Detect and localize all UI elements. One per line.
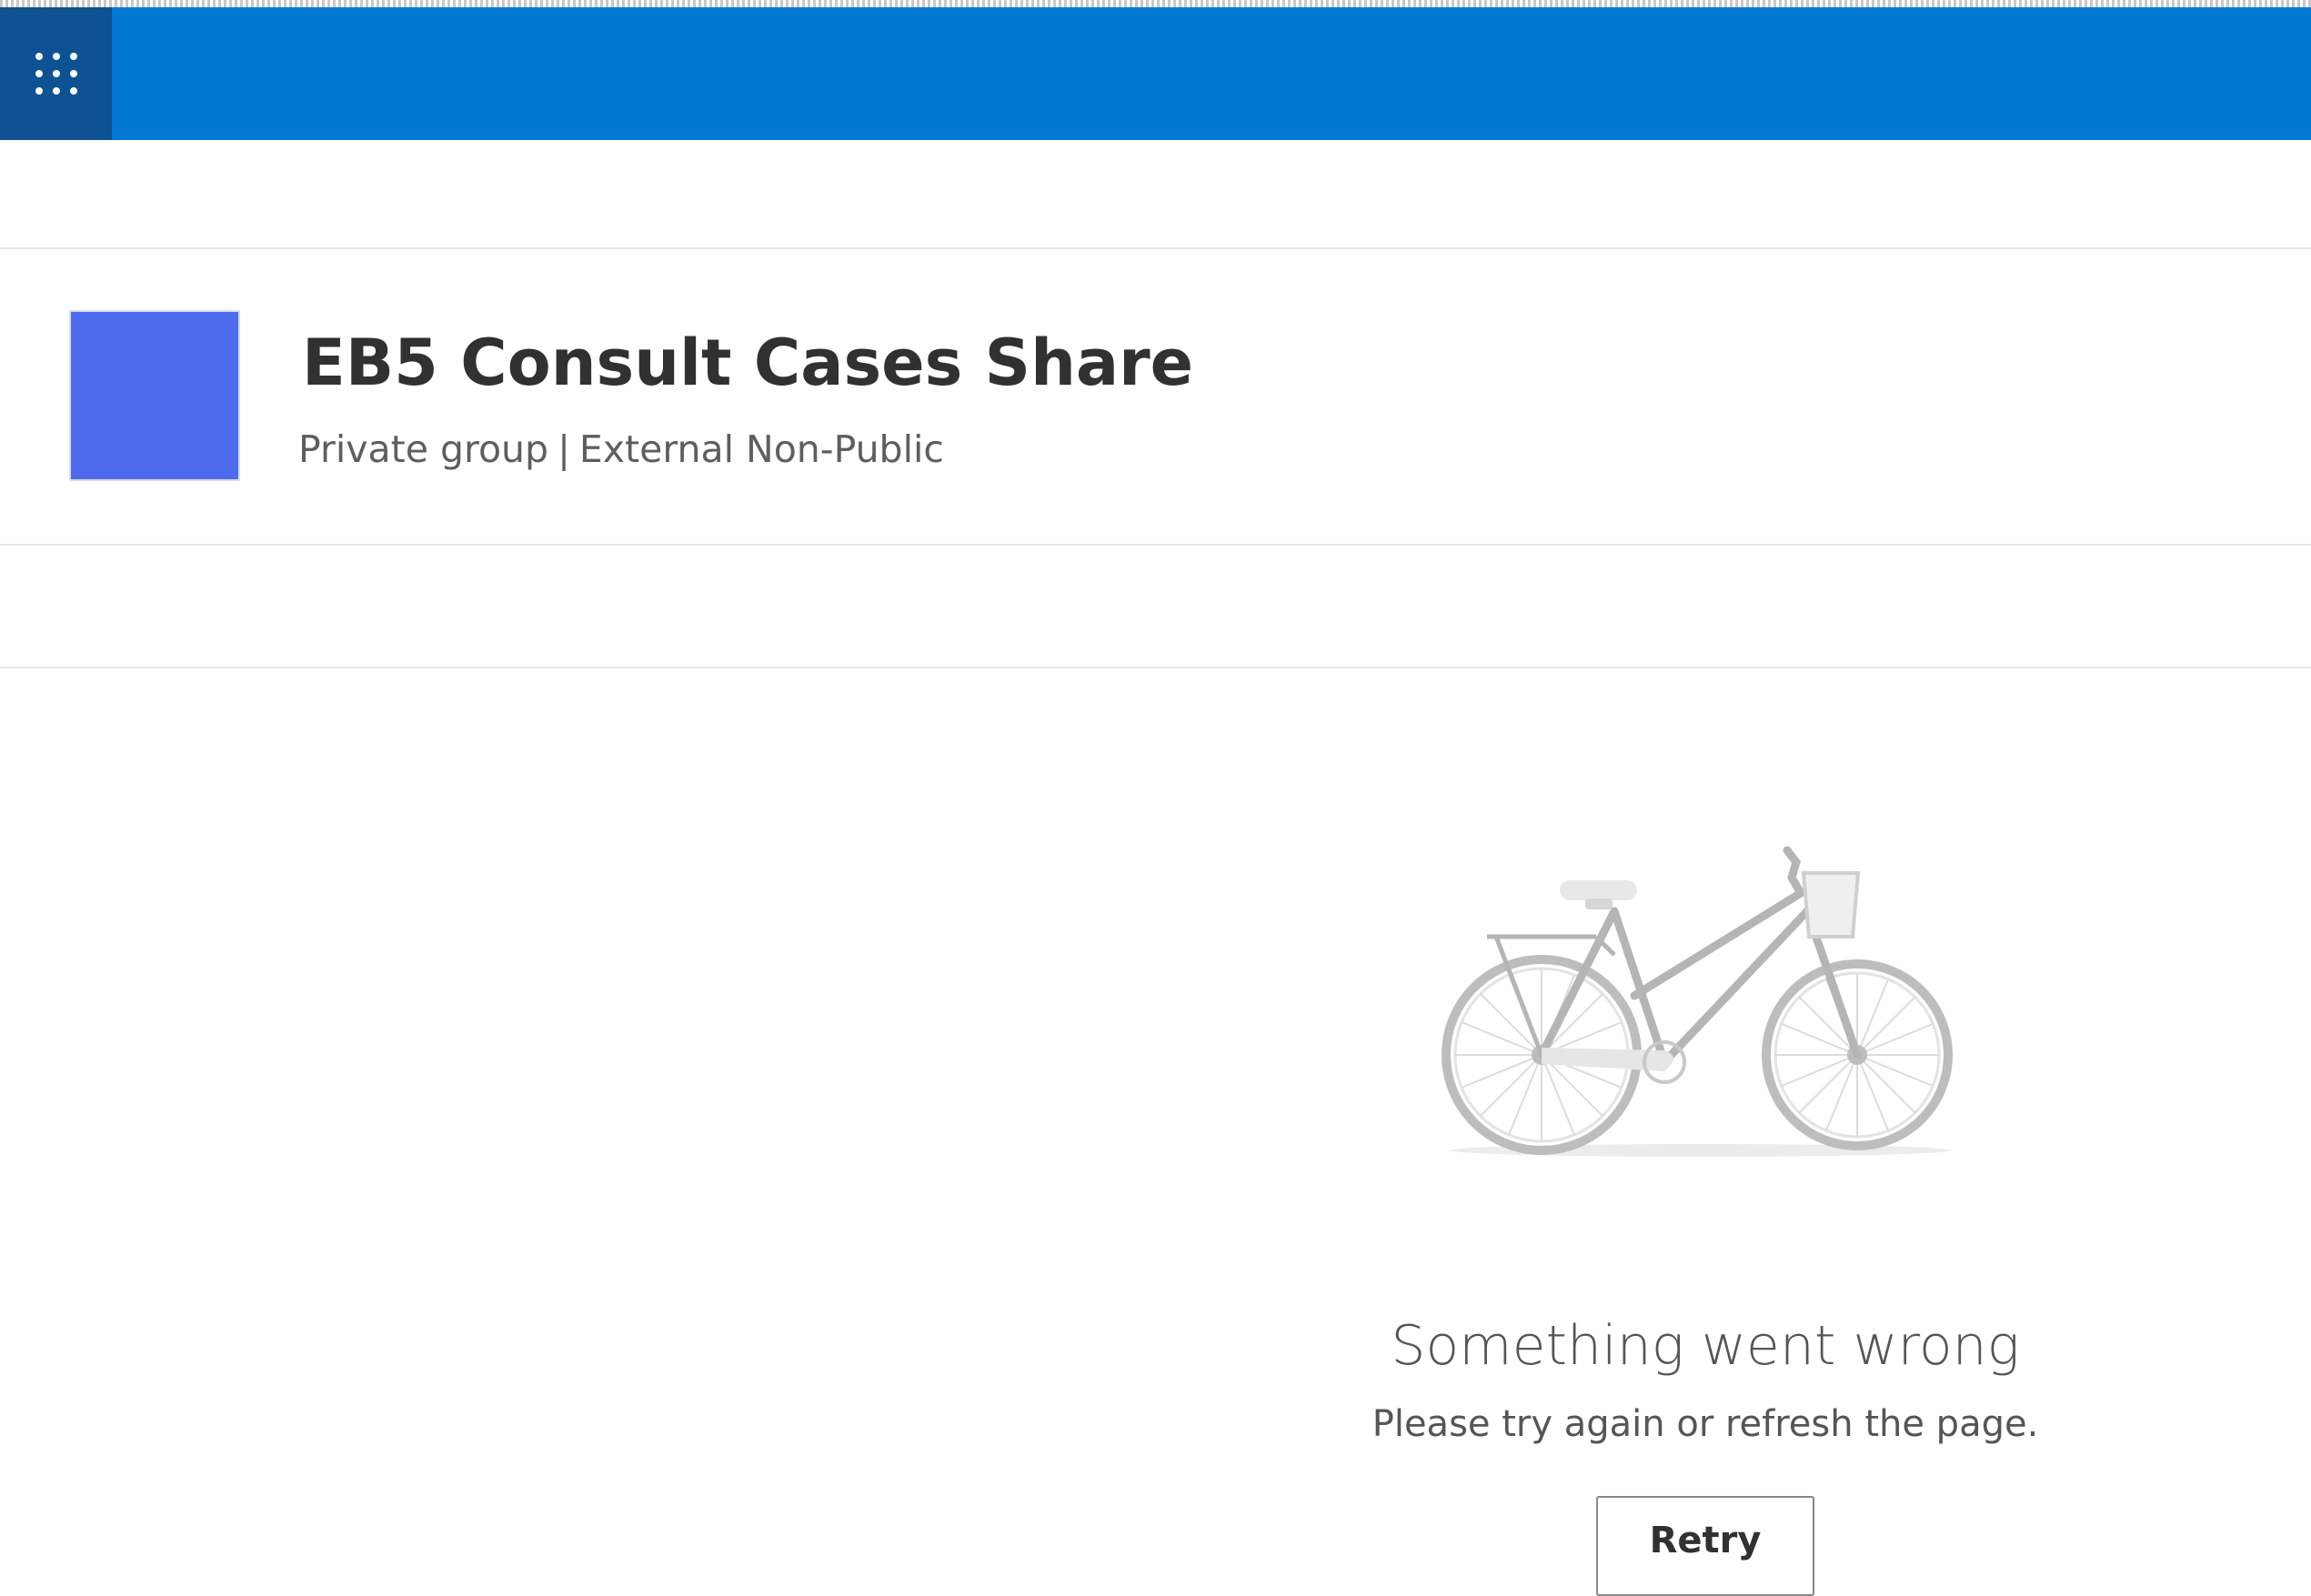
retry-button[interactable]: Retry <box>1596 1496 1814 1596</box>
bicycle-icon <box>1442 846 1953 1157</box>
error-title: Something went wrong <box>1391 1314 2020 1378</box>
error-message: Please try again or refresh the page. <box>1372 1403 2039 1445</box>
site-title[interactable]: EB5 Consult Cases Share <box>302 326 1193 400</box>
waffle-icon <box>35 53 77 95</box>
divider <box>0 667 2311 668</box>
meta-separator: | <box>558 427 570 471</box>
privacy-label: Private group <box>298 427 549 471</box>
suite-navigation-bar <box>0 7 2311 140</box>
app-launcher-button[interactable] <box>0 7 112 140</box>
classification-label: External Non-Public <box>578 427 944 471</box>
divider <box>0 247 2311 249</box>
site-logo[interactable] <box>69 310 240 481</box>
top-border <box>0 0 2311 7</box>
site-meta: Private group | External Non-Public <box>298 427 944 471</box>
divider <box>0 544 2311 546</box>
